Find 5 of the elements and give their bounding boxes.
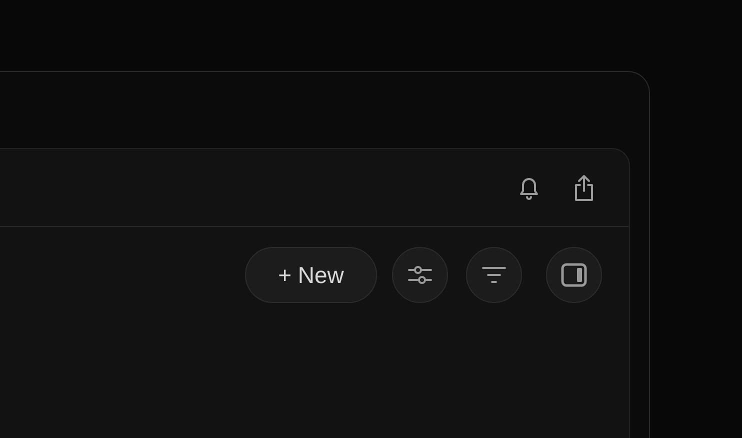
new-button[interactable]: + New	[245, 247, 377, 303]
sidebar-icon	[561, 263, 587, 287]
filter-icon	[481, 266, 507, 284]
share-icon[interactable]	[572, 174, 596, 202]
sliders-icon	[407, 264, 433, 286]
